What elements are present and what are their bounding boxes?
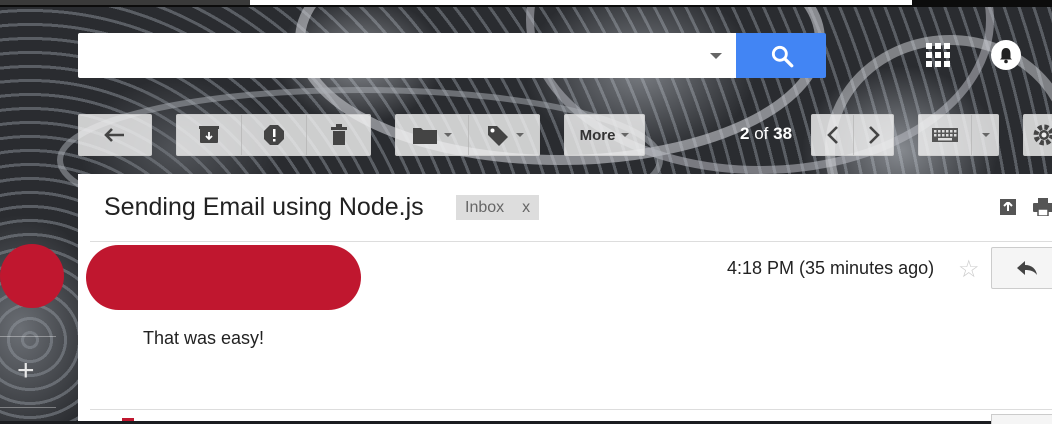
move-label-group — [395, 114, 540, 156]
search-box[interactable] — [78, 33, 736, 78]
chevron-down-icon — [981, 133, 990, 137]
action-button-group — [176, 114, 371, 156]
star-icon[interactable]: ☆ — [958, 255, 980, 284]
sidebar-divider — [0, 407, 56, 408]
input-tools-menu-button[interactable] — [972, 115, 999, 155]
input-tools-button[interactable] — [919, 115, 971, 155]
search-input[interactable] — [78, 33, 706, 78]
pager-total: 38 — [773, 124, 793, 143]
chevron-right-icon — [869, 126, 880, 144]
archive-button[interactable] — [177, 115, 241, 155]
open-in-new-window-icon[interactable] — [999, 198, 1017, 216]
pager-count: 2 of 38 — [740, 124, 792, 144]
bell-icon — [1000, 48, 1012, 64]
label-tag-icon — [487, 126, 508, 146]
trash-icon — [331, 124, 347, 145]
label-name: Inbox — [465, 198, 505, 216]
delete-button[interactable] — [307, 115, 371, 155]
header-divider — [90, 241, 1052, 242]
more-label: More — [579, 126, 616, 144]
pager-nav-group — [811, 114, 894, 156]
remove-label-button[interactable]: x — [522, 199, 530, 217]
avatar[interactable] — [0, 244, 64, 308]
chevron-down-icon — [444, 133, 452, 137]
sidebar-divider — [0, 336, 56, 337]
labels-button[interactable] — [469, 115, 540, 155]
notifications-button[interactable] — [991, 40, 1021, 70]
message-time: 4:18 PM (35 minutes ago) — [727, 258, 935, 278]
search-options-caret-icon[interactable] — [710, 53, 722, 59]
back-to-inbox-button[interactable] — [78, 114, 152, 156]
gear-icon — [1033, 124, 1052, 146]
pager-current: 2 — [740, 124, 750, 143]
settings-button[interactable] — [1023, 114, 1052, 156]
search-button[interactable] — [736, 33, 826, 78]
sender-name-redacted — [86, 245, 361, 310]
browser-top-strip — [0, 0, 1052, 7]
chevron-left-icon — [826, 126, 838, 144]
message-panel: Sending Email using Node.js Inbox x 4:18… — [78, 174, 1052, 424]
new-chat-plus-icon[interactable]: + — [17, 356, 35, 386]
back-arrow-icon — [104, 128, 124, 142]
newer-button[interactable] — [812, 115, 853, 155]
folder-icon — [413, 128, 437, 144]
more-button[interactable]: More — [564, 114, 645, 156]
message-body: That was easy! — [143, 328, 265, 348]
message-divider — [90, 409, 1052, 410]
chevron-down-icon — [515, 133, 524, 137]
input-tools-group — [918, 114, 999, 156]
archive-icon — [199, 126, 219, 143]
reply-button[interactable] — [991, 247, 1052, 289]
search-icon — [771, 45, 794, 68]
report-spam-icon — [264, 125, 284, 145]
inbox-label-chip[interactable]: Inbox x — [456, 195, 540, 220]
report-spam-button[interactable] — [242, 115, 306, 155]
apps-grid-icon[interactable] — [926, 43, 950, 67]
reply-icon — [1017, 261, 1037, 275]
older-button[interactable] — [854, 115, 894, 155]
move-to-button[interactable] — [396, 115, 468, 155]
print-icon[interactable] — [1033, 198, 1052, 216]
chevron-down-icon — [621, 133, 630, 137]
keyboard-icon — [932, 128, 958, 142]
message-subject: Sending Email using Node.js — [104, 193, 424, 221]
next-reply-button[interactable] — [991, 414, 1052, 424]
pager-of: of — [754, 124, 769, 143]
